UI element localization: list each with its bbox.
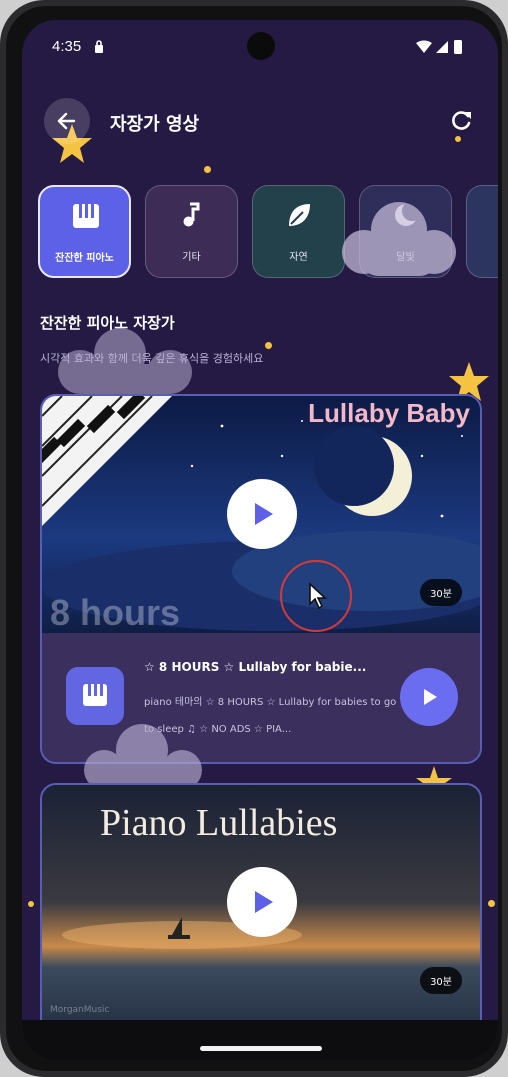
camera-cutout — [247, 32, 275, 60]
navigation-bar — [22, 1020, 498, 1060]
duration-badge: 30분 — [420, 579, 462, 606]
moon-icon — [395, 201, 421, 226]
piano-icon — [66, 667, 124, 725]
section-title: 잔잔한 피아노 자장가 — [40, 314, 175, 332]
music-note-icon — [183, 202, 200, 227]
section-subtitle: 시각적 효과와 함께 더욱 깊은 휴식을 경험하세요 — [40, 352, 264, 365]
video-title: ☆ 8 HOURS ☆ Lullaby for babie... — [144, 660, 367, 674]
leaf-icon — [289, 204, 310, 226]
category-label: 달빛 — [396, 252, 415, 263]
category-guitar[interactable]: 기타 — [145, 185, 238, 278]
signal-icon — [436, 41, 448, 53]
wifi-icon — [416, 40, 432, 53]
dot-decoration — [488, 900, 495, 907]
play-button-large[interactable] — [227, 479, 297, 549]
home-indicator[interactable] — [200, 1046, 322, 1051]
play-button[interactable] — [400, 668, 458, 726]
video-info: ☆ 8 HOURS ☆ Lullaby for babie... piano 테… — [42, 633, 480, 762]
category-partial[interactable] — [466, 185, 498, 278]
thumbnail-hours-text: 8 hours — [50, 592, 181, 633]
category-piano[interactable]: 잔잔한 피아노 — [38, 185, 131, 278]
refresh-icon — [452, 111, 471, 130]
video-thumbnail[interactable]: Piano Lullabies MorganMusic 30분 — [42, 785, 480, 1041]
arrow-left-icon — [57, 112, 76, 130]
video-card[interactable]: Piano Lullabies MorganMusic 30분 — [40, 783, 482, 1043]
pointer-icon — [309, 582, 328, 610]
category-label: 기타 — [182, 252, 201, 263]
video-card[interactable]: Lullaby Baby 8 hours 30분 ☆ 8 HOURS ☆ Lul… — [40, 394, 482, 764]
thumbnail-title-text: Lullaby Baby — [308, 398, 470, 428]
device-frame: 4:35 자장가 영상 잔잔한 피아노 기타 자연 달빛 잔잔한 피아노 자장가… — [0, 0, 508, 1077]
dot-decoration — [265, 342, 272, 349]
thumbnail-title-text: Piano Lullabies — [100, 802, 338, 844]
dot-decoration — [28, 901, 34, 907]
dot-decoration — [204, 166, 211, 173]
status-time: 4:35 — [52, 38, 82, 55]
lock-icon — [95, 40, 103, 53]
video-thumbnail[interactable]: Lullaby Baby 8 hours 30분 — [42, 396, 480, 633]
app-bar: 자장가 영상 — [22, 90, 498, 154]
play-button-large[interactable] — [227, 867, 297, 937]
page-title: 자장가 영상 — [110, 114, 200, 135]
app-screen: 4:35 자장가 영상 잔잔한 피아노 기타 자연 달빛 잔잔한 피아노 자장가… — [22, 20, 498, 1060]
status-bar: 4:35 — [22, 20, 498, 74]
status-icons — [416, 40, 462, 54]
category-nature[interactable]: 자연 — [252, 185, 345, 278]
category-label: 자연 — [289, 252, 308, 263]
video-description: piano 테마의 ☆ 8 HOURS ☆ Lullaby for babies… — [144, 697, 397, 735]
piano-icon — [73, 204, 99, 228]
back-button[interactable] — [44, 98, 90, 144]
duration-badge: 30분 — [420, 967, 462, 994]
category-label: 잔잔한 피아노 — [55, 253, 114, 264]
category-moonlight[interactable]: 달빛 — [359, 185, 452, 278]
refresh-button[interactable] — [444, 104, 478, 138]
device-bezel: 4:35 자장가 영상 잔잔한 피아노 기타 자연 달빛 잔잔한 피아노 자장가… — [6, 6, 502, 1071]
touch-indicator — [280, 560, 352, 632]
thumbnail-watermark: MorganMusic — [50, 1005, 110, 1015]
battery-icon — [454, 40, 462, 54]
category-list: 잔잔한 피아노 기타 자연 달빛 — [38, 185, 498, 281]
